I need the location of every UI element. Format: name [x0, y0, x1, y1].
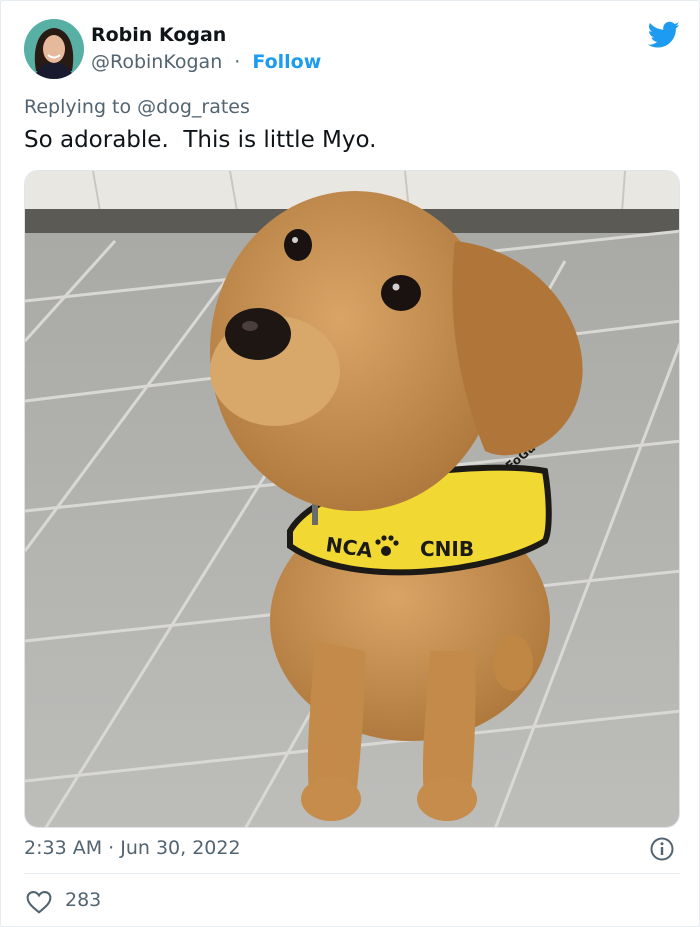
- author-handle[interactable]: @RobinKogan: [91, 51, 222, 73]
- divider: [24, 873, 680, 874]
- author-avatar[interactable]: [24, 19, 84, 79]
- author-name[interactable]: Robin Kogan: [91, 24, 226, 46]
- replying-prefix: Replying to: [24, 96, 138, 118]
- tweet-text: So adorable. This is little Myo.: [24, 127, 377, 153]
- replying-mention-link[interactable]: @dog_rates: [137, 96, 250, 118]
- tweet-photo[interactable]: NCA CNIB FoGu: [24, 170, 680, 828]
- follow-button[interactable]: Follow: [252, 51, 321, 73]
- tweet-card: Robin Kogan @RobinKogan · Follow Replyin…: [0, 0, 700, 927]
- separator-dot: ·: [234, 51, 241, 73]
- author-handle-row: @RobinKogan · Follow: [91, 51, 321, 73]
- tweet-header: Robin Kogan @RobinKogan · Follow: [24, 17, 680, 81]
- heart-icon[interactable]: [26, 890, 52, 914]
- vest-text-right: CNIB: [420, 537, 474, 561]
- like-count: 283: [65, 889, 102, 911]
- twitter-bird-icon[interactable]: [648, 21, 680, 49]
- tweet-timestamp[interactable]: 2:33 AM · Jun 30, 2022: [24, 837, 241, 859]
- info-icon[interactable]: [649, 836, 675, 862]
- replying-to: Replying to @dog_rates: [24, 96, 250, 118]
